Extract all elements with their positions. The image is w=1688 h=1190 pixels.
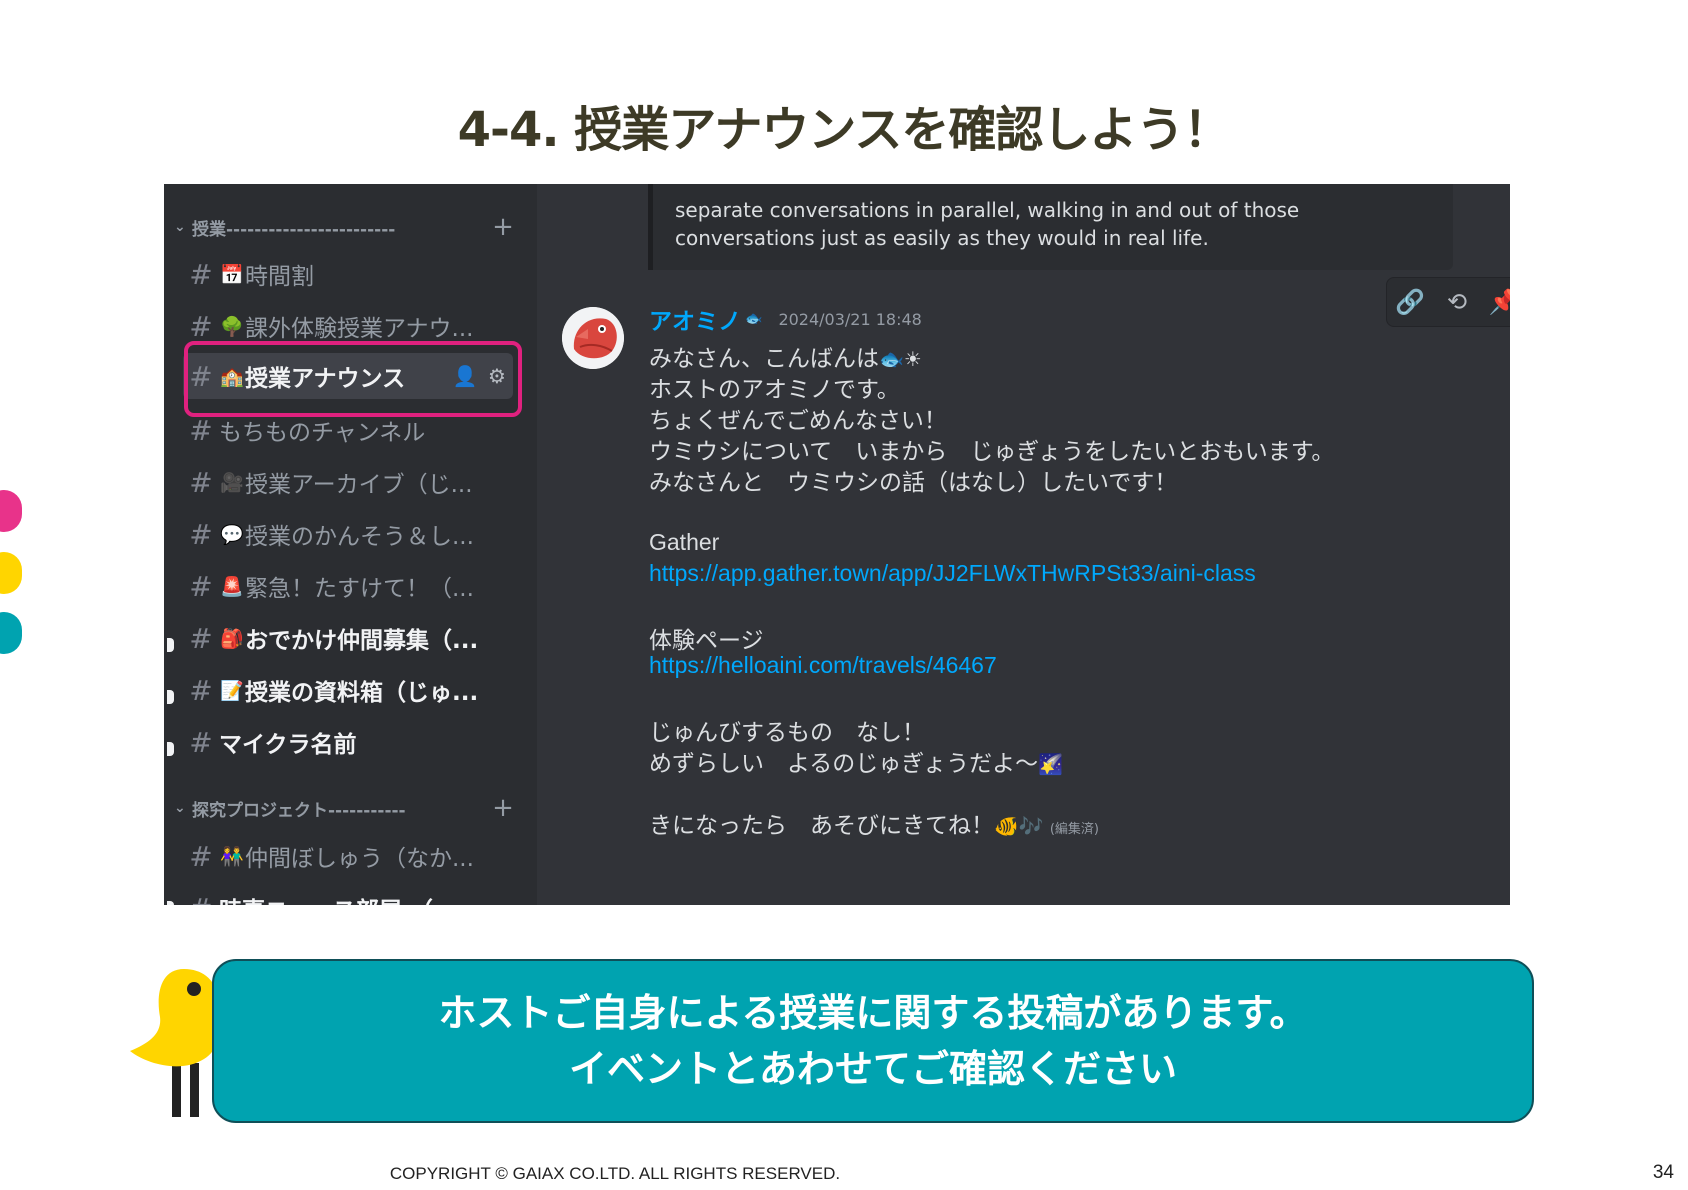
channel-news-room[interactable]: # 時事ニュース部屋 （	[183, 885, 513, 906]
channel-sidebar: ⌄ 授業------------------------ + # 📅 時間割 #…	[164, 184, 537, 905]
hash-icon: #	[189, 569, 213, 603]
calendar-icon: 📅	[220, 263, 244, 286]
add-channel-icon[interactable]: +	[492, 793, 514, 823]
channel-name: おでかけ仲間募集（...	[245, 628, 479, 654]
gather-link[interactable]: https://app.gather.town/app/JJ2FLWxTHwRP…	[649, 560, 1256, 587]
edited-label: (編集済)	[1049, 822, 1099, 837]
channel-name: 課外体験授業アナウ...	[245, 316, 474, 342]
message-text: きになったら あそびにきてね！	[649, 813, 994, 839]
hash-icon: #	[189, 621, 213, 655]
pin-icon[interactable]: 📌	[1480, 288, 1510, 316]
channel-class-archive[interactable]: # 🎥 授業アーカイブ（じ...	[183, 459, 513, 505]
hash-icon: #	[189, 465, 213, 499]
callout-line-1: ホストご自身による授業に関する投稿があります。	[438, 991, 1308, 1035]
copyright: COPYRIGHT © GAIAX CO.LTD. ALL RIGHTS RES…	[389, 1164, 841, 1183]
channel-name: 授業の資料箱（じゅ...	[245, 680, 479, 706]
callout-box: ホストご自身による授業に関する投稿があります。 イベントとあわせてご確認ください	[212, 959, 1534, 1123]
hash-icon: #	[183, 892, 219, 906]
link-icon[interactable]: 🔗	[1387, 288, 1434, 316]
unread-indicator	[167, 742, 174, 756]
tree-icon: 🌳	[220, 315, 244, 338]
message-header: アオミノ 🐟 2024/03/21 18:48	[649, 302, 922, 336]
channel-timetable[interactable]: # 📅 時間割	[183, 251, 513, 297]
message-line: Gather	[649, 529, 720, 555]
memo-icon: 📝	[220, 679, 244, 702]
page-number: 34	[1652, 1162, 1674, 1183]
camera-icon: 🎥	[220, 471, 244, 494]
hash-icon: #	[189, 839, 213, 873]
fish-sun-emoji: 🐟☀	[879, 347, 922, 371]
callout-line-2: イベントとあわせてご確認ください	[568, 1047, 1177, 1091]
add-channel-icon[interactable]: +	[492, 212, 514, 242]
channel-name: もちものチャンネル	[219, 420, 426, 446]
unread-indicator	[167, 901, 174, 905]
channel-emergency[interactable]: # 🚨 緊急！たすけて！（...	[183, 563, 513, 609]
message-timestamp: 2024/03/21 18:48	[778, 309, 922, 329]
thread-icon[interactable]: ⟲	[1434, 288, 1481, 316]
channel-minecraft-names[interactable]: # マイクラ名前	[183, 719, 513, 765]
channel-name: 時間割	[245, 264, 314, 290]
channel-impressions[interactable]: # 💬 授業のかんそう＆し...	[183, 511, 513, 557]
hash-icon: #	[189, 309, 213, 343]
fish-avatar-icon	[562, 307, 624, 369]
hash-icon: #	[189, 517, 213, 551]
unread-indicator	[167, 638, 174, 652]
avatar[interactable]	[562, 307, 624, 369]
channel-name: 時事ニュース部屋 （	[219, 891, 513, 905]
channel-name: 仲間ぼしゅう（なか...	[245, 846, 474, 872]
decor-dot-yellow	[0, 552, 22, 594]
speech-bubble-icon: 💬	[220, 523, 244, 546]
category-projects[interactable]: ⌄ 探究プロジェクト----------- +	[174, 793, 514, 823]
message-line: ちょくぜんでごめんなさい！	[649, 408, 947, 434]
message-line: みなさんと ウミウシの話（はなし）したいです！	[649, 470, 1178, 496]
author-name[interactable]: アオミノ	[649, 302, 741, 336]
message-line: きになったら あそびにきてね！🐠🎶 (編集済)	[649, 806, 1099, 840]
channel-name: 授業アーカイブ（じ...	[245, 472, 473, 498]
category-label: 探究プロジェクト-----------	[192, 800, 406, 821]
people-icon: 👫	[220, 845, 244, 868]
message-line: ホストのアオミノです。	[649, 377, 900, 403]
message-text: みなさん、こんばんは	[649, 346, 879, 372]
message-line: めずらしい よるのじゅぎょうだよ〜🌠	[649, 744, 1063, 778]
slide-title: 4-4. 授業アナウンスを確認しよう！	[457, 102, 1232, 158]
backpack-icon: 🎒	[220, 627, 244, 650]
channel-recruit-friends[interactable]: # 👫 仲間ぼしゅう（なか...	[183, 833, 513, 879]
fish-music-emoji: 🐠🎶	[994, 814, 1044, 838]
siren-icon: 🚨	[220, 575, 244, 598]
channel-outing-buddies[interactable]: # 🎒 おでかけ仲間募集（...	[183, 615, 513, 661]
link-embed: separate conversations in parallel, walk…	[648, 184, 1453, 270]
message-line: 体験ページ	[649, 628, 764, 654]
message-line: じゅんびするもの なし！	[649, 720, 925, 746]
message-text: めずらしい よるのじゅぎょうだよ〜	[649, 751, 1039, 777]
message-line: みなさん、こんばんは🐟☀	[649, 339, 922, 373]
channel-class-materials[interactable]: # 📝 授業の資料箱（じゅ...	[183, 667, 513, 713]
fish-badge-icon: 🐟	[745, 311, 763, 327]
category-label: 授業------------------------	[192, 219, 396, 240]
chevron-down-icon: ⌄	[174, 219, 186, 235]
unread-indicator	[167, 690, 174, 704]
channel-name: マイクラ名前	[219, 732, 357, 758]
channel-name: 緊急！たすけて！（...	[245, 576, 474, 602]
hash-icon: #	[189, 673, 213, 707]
decor-dot-pink	[0, 490, 22, 532]
hash-icon: #	[189, 725, 213, 759]
discord-screenshot: ⌄ 授業------------------------ + # 📅 時間割 #…	[164, 184, 1510, 905]
hash-icon: #	[189, 413, 213, 447]
channel-name: 授業のかんそう＆し...	[245, 524, 474, 550]
decor-dot-teal	[0, 612, 22, 654]
hash-icon: #	[189, 257, 213, 291]
embed-description: separate conversations in parallel, walk…	[675, 198, 1300, 250]
chevron-down-icon: ⌄	[174, 800, 186, 816]
experience-page-link[interactable]: https://helloaini.com/travels/46467	[649, 652, 997, 679]
shooting-star-emoji: 🌠	[1038, 752, 1064, 776]
message-line: ウミウシについて いまから じゅぎょうをしたいとおもいます。	[649, 439, 1335, 465]
channel-belongings[interactable]: # もちものチャンネル	[183, 407, 513, 453]
category-classes[interactable]: ⌄ 授業------------------------ +	[174, 212, 514, 242]
message-toolbar: 🔗 ⟲ 📌	[1386, 277, 1510, 327]
highlight-box	[184, 341, 522, 417]
